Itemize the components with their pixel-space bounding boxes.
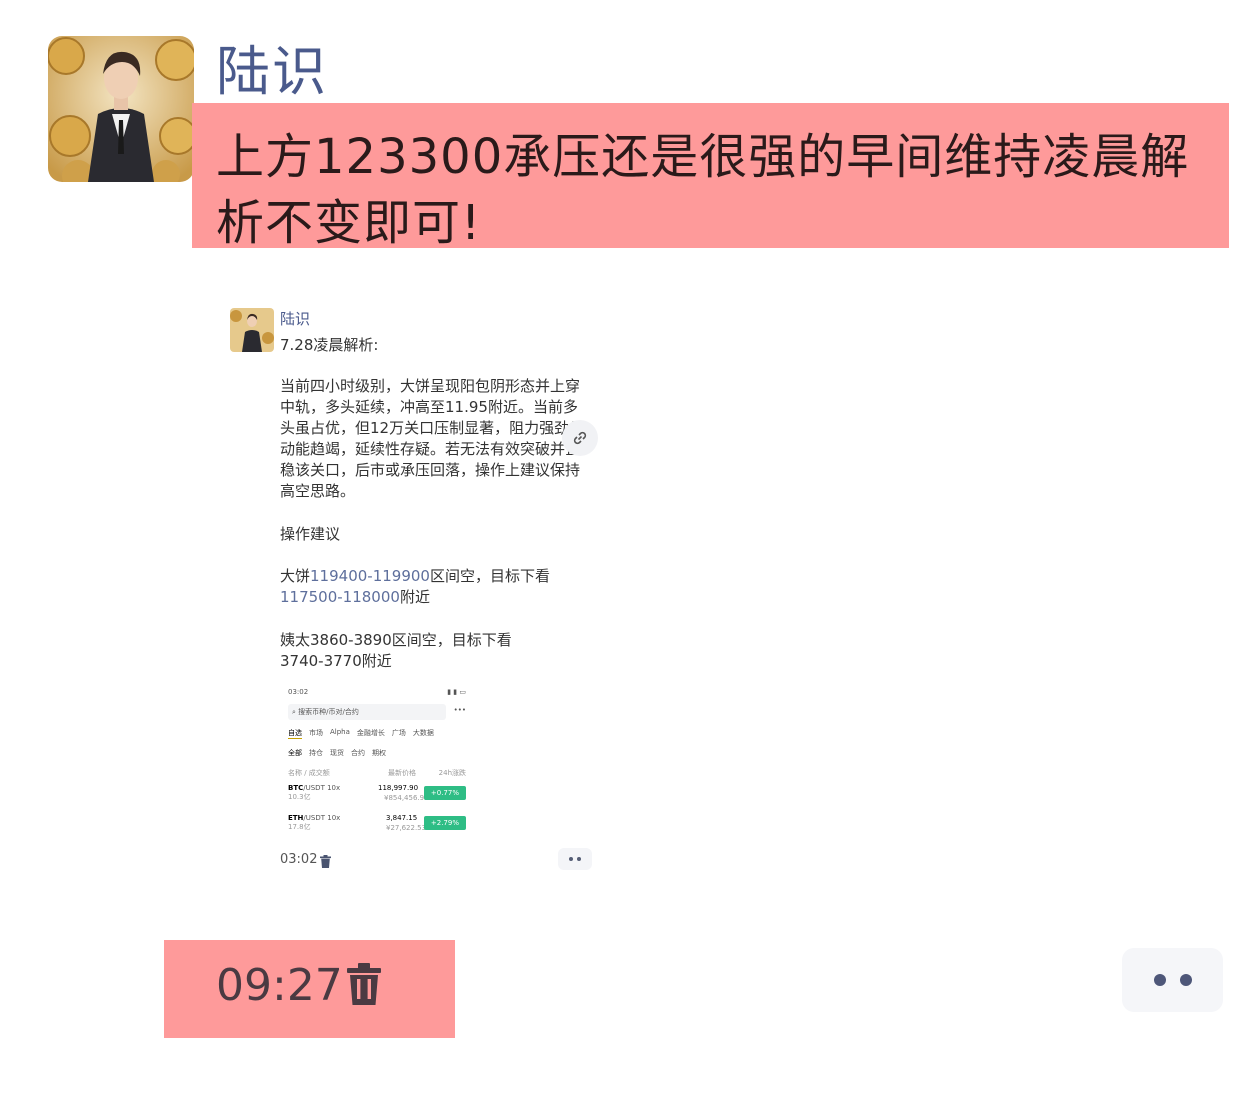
phone-search-input[interactable]: ⌕ 搜索币种/币对/合约: [288, 704, 446, 720]
message-text: 上方123300承压还是很强的早间维持凌晨解析不变即可!: [216, 129, 1190, 251]
phone-col-headers: 名称 / 成交额 最新价格 24h涨跌: [288, 769, 466, 777]
quoted-paragraph: 当前四小时级别，大饼呈现阳包阴形态并上穿中轨，多头延续，冲高至11.95附近。当…: [280, 377, 585, 500]
link-icon[interactable]: [562, 420, 598, 456]
dot-icon: [1179, 974, 1192, 986]
phone-tabs[interactable]: 自选 市场 Alpha 金融增长 广场 大数据: [288, 728, 466, 739]
phone-row-btc[interactable]: BTC/USDT 10x 10.3亿 118,997.90 ¥854,456.9…: [288, 784, 466, 802]
exchange-screenshot[interactable]: 03:02 ▮ ▮ ▭ ⌕ 搜索币种/币对/合约 ••• 自选 市场 Alpha…: [282, 684, 472, 844]
sender-avatar[interactable]: [48, 36, 194, 182]
phone-row-eth[interactable]: ETH/USDT 10x 17.8亿 3,847.15 ¥27,622.53 +…: [288, 814, 466, 832]
btc-advice: 大饼119400-119900区间空，目标下看 117500-118000附近: [280, 567, 550, 606]
ops-heading: 操作建议: [280, 525, 341, 543]
quoted-more-button[interactable]: [558, 848, 592, 870]
phone-status-bar: 03:02 ▮ ▮ ▭: [288, 688, 466, 696]
more-options-button[interactable]: [1122, 948, 1223, 1012]
quoted-title: 7.28凌晨解析:: [280, 336, 379, 354]
phone-more-icon[interactable]: •••: [454, 706, 466, 714]
quoted-sender-name: 陆识: [280, 310, 311, 328]
dot-icon: [1153, 974, 1166, 986]
trash-icon[interactable]: [346, 963, 382, 1009]
eth-advice: 姨太3860-3890区间空，目标下看 3740-3770附近: [280, 631, 512, 670]
phone-subtabs[interactable]: 全部 持仓 现货 合约 期权: [288, 748, 466, 758]
quoted-screenshot[interactable]: 陆识 7.28凌晨解析: 当前四小时级别，大饼呈现阳包阴形态并上穿中轨，多头延续…: [222, 296, 602, 886]
quoted-trash-icon[interactable]: [320, 853, 331, 872]
message-timestamp: 09:27: [216, 960, 343, 1011]
sender-name: 陆识: [216, 40, 328, 103]
quoted-timestamp: 03:02: [280, 852, 318, 867]
quoted-avatar: [230, 308, 274, 352]
